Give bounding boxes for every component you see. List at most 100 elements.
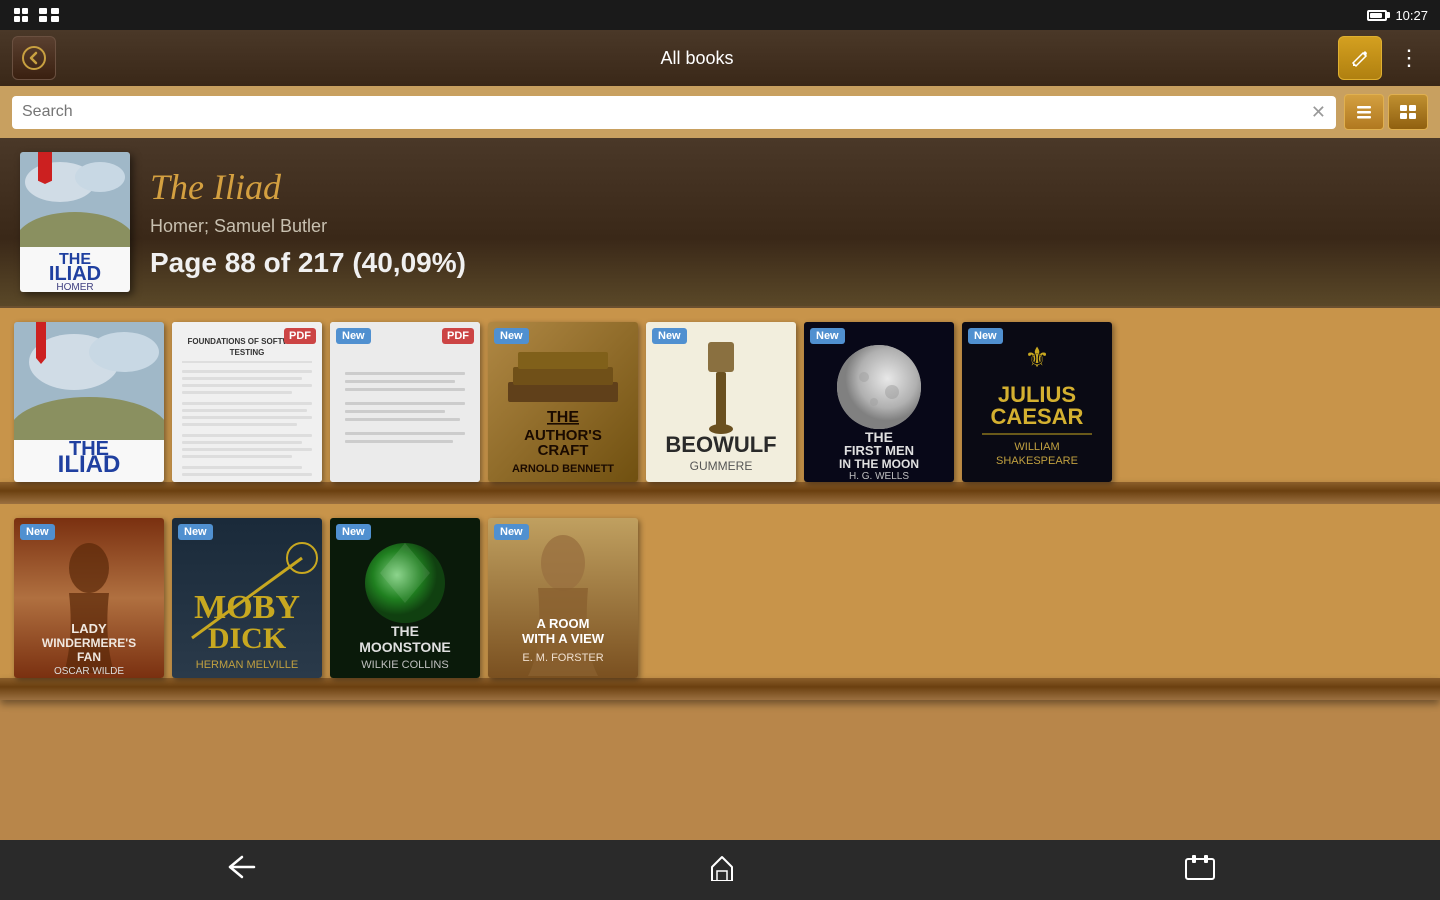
- pdf-badge: PDF: [284, 328, 316, 344]
- foundations-cover-art: FOUNDATIONS OF SOFTWARE TESTING: [172, 322, 322, 482]
- new-badge: New: [494, 328, 529, 344]
- svg-text:⚜: ⚜: [1024, 343, 1049, 374]
- list-item[interactable]: THE AUTHOR'S CRAFT ARNOLD BENNETT New: [488, 322, 638, 482]
- current-book-cover-art: THE ILIAD HOMER: [20, 152, 130, 292]
- home-nav-button[interactable]: [687, 845, 757, 896]
- book-cover-moby-dick: MOBY DICK HERMAN MELVILLE New: [172, 518, 322, 678]
- status-bar-right: 10:27: [1367, 8, 1428, 23]
- current-book-author: Homer; Samuel Butler: [150, 216, 1420, 237]
- svg-text:THE: THE: [547, 409, 579, 426]
- list-item[interactable]: ⚜ JULIUS CAESAR WILLIAM SHAKESPEARE New: [962, 322, 1112, 482]
- current-book-banner[interactable]: THE ILIAD HOMER The Iliad Homer; Samuel …: [0, 138, 1440, 308]
- bottom-nav: [0, 840, 1440, 900]
- moonstone-cover-art: THE MOONSTONE WILKIE COLLINS: [330, 518, 480, 678]
- svg-text:WINDERMERE'S: WINDERMERE'S: [42, 636, 136, 650]
- notification-icon: [12, 6, 30, 24]
- book-cover-iliad: THE ILIAD: [14, 322, 164, 482]
- shelf-books-1: THE ILIAD FOUNDATIONS OF SOFTWARE TES: [14, 322, 1426, 482]
- search-bar-container: ✕: [0, 86, 1440, 138]
- svg-text:TESTING: TESTING: [230, 348, 265, 357]
- new-badge: New: [336, 328, 371, 344]
- svg-text:HERMAN MELVILLE: HERMAN MELVILLE: [196, 659, 299, 671]
- recent-nav-icon: [1184, 853, 1216, 881]
- home-nav-icon: [707, 853, 737, 881]
- shelf-row-1: THE ILIAD FOUNDATIONS OF SOFTWARE TES: [0, 308, 1440, 504]
- list-view-button[interactable]: [1344, 94, 1384, 130]
- current-book-cover[interactable]: THE ILIAD HOMER: [20, 152, 130, 292]
- menu-button[interactable]: ⋮: [1390, 37, 1428, 79]
- new-badge: New: [178, 524, 213, 540]
- book-cover-foundations: FOUNDATIONS OF SOFTWARE TESTING: [172, 322, 322, 482]
- svg-text:E. M. FORSTER: E. M. FORSTER: [522, 652, 603, 664]
- list-item[interactable]: THE MOONSTONE WILKIE COLLINS New: [330, 518, 480, 678]
- search-clear-button[interactable]: ✕: [1311, 102, 1326, 123]
- julius-caesar-cover-art: ⚜ JULIUS CAESAR WILLIAM SHAKESPEARE: [962, 322, 1112, 482]
- list-item[interactable]: THE ILIAD: [14, 322, 164, 482]
- list-item[interactable]: LADY WINDERMERE'S FAN OSCAR WILDE New: [14, 518, 164, 678]
- shelf-section-2: LADY WINDERMERE'S FAN OSCAR WILDE New: [0, 504, 1440, 700]
- list-item[interactable]: THE FIRST MEN IN THE MOON H. G. WELLS Ne…: [804, 322, 954, 482]
- svg-text:H. G. WELLS: H. G. WELLS: [849, 471, 909, 482]
- shelf-row-2: LADY WINDERMERE'S FAN OSCAR WILDE New: [0, 504, 1440, 700]
- grid-view-button[interactable]: [1388, 94, 1428, 130]
- blank-pdf-cover-art: [330, 322, 480, 482]
- status-bar-left: [12, 6, 60, 24]
- svg-text:GUMMERE: GUMMERE: [690, 459, 753, 473]
- list-item[interactable]: MOBY DICK HERMAN MELVILLE New: [172, 518, 322, 678]
- svg-text:IN THE MOON: IN THE MOON: [839, 457, 919, 471]
- book-cover-authors-craft: THE AUTHOR'S CRAFT ARNOLD BENNETT New: [488, 322, 638, 482]
- iliad-cover-art: THE ILIAD: [14, 322, 164, 482]
- pencil-icon: [1349, 47, 1371, 69]
- svg-text:WILKIE COLLINS: WILKIE COLLINS: [361, 659, 448, 671]
- back-button[interactable]: [12, 36, 56, 80]
- top-bar-actions: ⋮: [1338, 36, 1428, 80]
- lady-windermere-cover-art: LADY WINDERMERE'S FAN OSCAR WILDE: [14, 518, 164, 678]
- view-toggles: [1344, 94, 1428, 130]
- svg-text:FAN: FAN: [77, 650, 101, 664]
- new-badge: New: [652, 328, 687, 344]
- list-item[interactable]: A ROOM WITH A VIEW E. M. FORSTER New: [488, 518, 638, 678]
- status-bar: 10:27: [0, 0, 1440, 30]
- search-input-wrapper[interactable]: ✕: [12, 96, 1336, 129]
- svg-text:WITH A VIEW: WITH A VIEW: [522, 631, 605, 646]
- top-bar: All books ⋮: [0, 30, 1440, 86]
- back-nav-button[interactable]: [204, 845, 280, 896]
- book-cover-julius-caesar: ⚜ JULIUS CAESAR WILLIAM SHAKESPEARE New: [962, 322, 1112, 482]
- grid-view-icon: [1399, 104, 1417, 120]
- list-item[interactable]: New PDF: [330, 322, 480, 482]
- edit-button[interactable]: [1338, 36, 1382, 80]
- search-input[interactable]: [22, 103, 1303, 121]
- svg-text:ARNOLD BENNETT: ARNOLD BENNETT: [512, 463, 614, 475]
- list-item[interactable]: BEOWULF GUMMERE New: [646, 322, 796, 482]
- shelf-books-2: LADY WINDERMERE'S FAN OSCAR WILDE New: [14, 518, 1426, 678]
- new-badge: New: [336, 524, 371, 540]
- recent-nav-button[interactable]: [1164, 845, 1236, 896]
- shelf-section-1: THE ILIAD FOUNDATIONS OF SOFTWARE TES: [0, 308, 1440, 504]
- svg-text:MOONSTONE: MOONSTONE: [359, 639, 451, 655]
- bookmark-icon: [38, 152, 52, 184]
- back-arrow-icon: [21, 45, 47, 71]
- svg-text:OSCAR WILDE: OSCAR WILDE: [54, 666, 124, 677]
- authors-craft-cover-art: THE AUTHOR'S CRAFT ARNOLD BENNETT: [488, 322, 638, 482]
- svg-text:CRAFT: CRAFT: [538, 442, 589, 459]
- page-title: All books: [68, 48, 1326, 69]
- svg-text:HOMER: HOMER: [56, 282, 93, 292]
- grid-icon: [38, 6, 60, 24]
- main-content: THE ILIAD HOMER The Iliad Homer; Samuel …: [0, 138, 1440, 840]
- svg-text:THE: THE: [391, 623, 419, 639]
- svg-text:LADY: LADY: [71, 621, 107, 636]
- new-badge: New: [810, 328, 845, 344]
- new-badge: New: [20, 524, 55, 540]
- first-men-cover-art: THE FIRST MEN IN THE MOON H. G. WELLS: [804, 322, 954, 482]
- svg-text:MOBY: MOBY: [194, 589, 300, 626]
- book-cover-pdf-blank: New PDF: [330, 322, 480, 482]
- beowulf-cover-art: BEOWULF GUMMERE: [646, 322, 796, 482]
- list-item[interactable]: FOUNDATIONS OF SOFTWARE TESTING: [172, 322, 322, 482]
- svg-text:CAESAR: CAESAR: [991, 404, 1084, 429]
- book-cover-first-men: THE FIRST MEN IN THE MOON H. G. WELLS Ne…: [804, 322, 954, 482]
- svg-text:DICK: DICK: [208, 622, 287, 655]
- svg-text:FIRST MEN: FIRST MEN: [844, 443, 914, 458]
- book-cover-moonstone: THE MOONSTONE WILKIE COLLINS New: [330, 518, 480, 678]
- svg-text:SHAKESPEARE: SHAKESPEARE: [996, 455, 1078, 467]
- room-cover-art: A ROOM WITH A VIEW E. M. FORSTER: [488, 518, 638, 678]
